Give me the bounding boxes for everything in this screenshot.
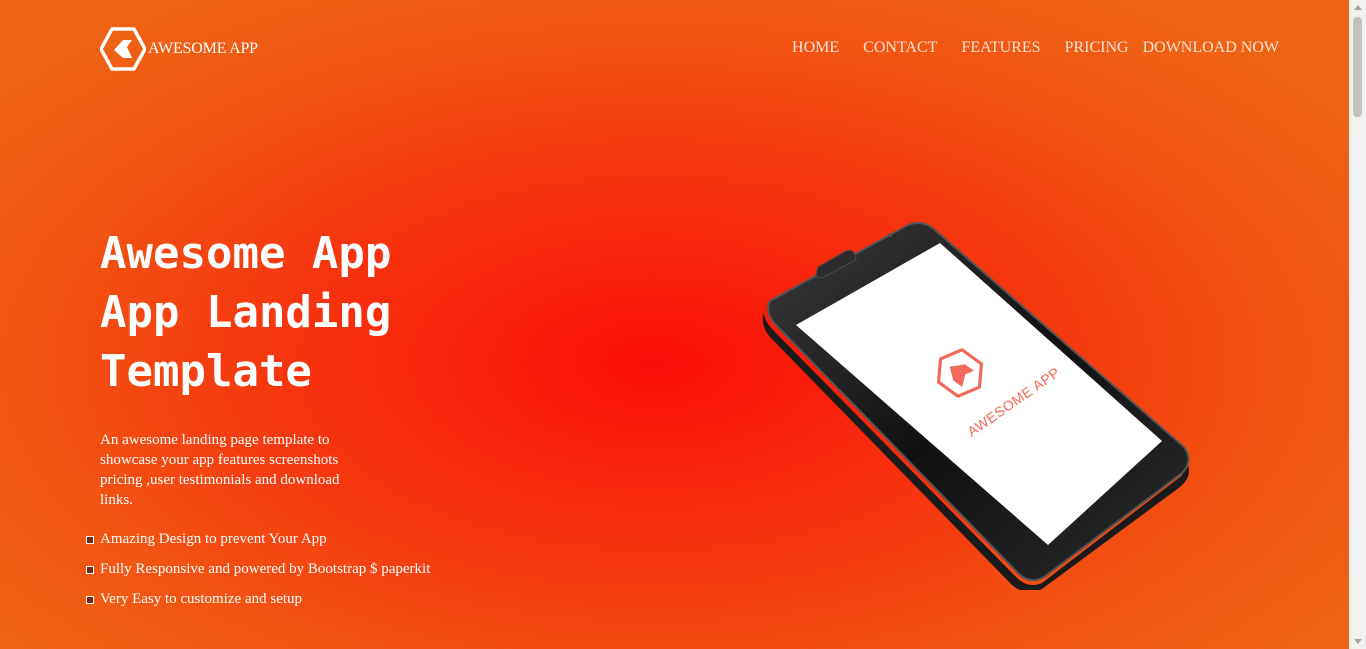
page-scrollbar[interactable] <box>1349 0 1366 649</box>
nav-pricing[interactable]: PRICING <box>1065 39 1129 57</box>
hero-title-line: Template <box>100 346 312 397</box>
bullet-icon <box>86 536 94 544</box>
brand-name: AWESOME APP <box>148 40 258 57</box>
hero-description: An awesome landing page template to show… <box>100 432 340 508</box>
feature-text: Amazing Design to prevent Your App <box>100 531 327 547</box>
hexagon-logo-icon <box>100 27 146 71</box>
feature-item: Amazing Design to prevent Your App <box>86 524 430 554</box>
nav-contact[interactable]: CONTACT <box>863 39 937 57</box>
feature-item: Very Easy to customize and setup <box>86 584 430 614</box>
phone-mockup-icon: AWESOME APP <box>760 215 1200 593</box>
feature-list: Amazing Design to prevent Your App Fully… <box>86 524 430 614</box>
feature-text: Very Easy to customize and setup <box>100 591 303 607</box>
nav-features[interactable]: FEATURES <box>961 39 1040 57</box>
scroll-down-icon[interactable] <box>1354 639 1362 644</box>
feature-text: Fully Responsive and powered by Bootstra… <box>100 561 431 577</box>
scroll-thumb[interactable] <box>1353 17 1362 117</box>
hero-title-line: App Landing <box>100 287 392 338</box>
scroll-up-icon[interactable] <box>1354 5 1362 10</box>
main-nav: HOME CONTACT FEATURES PRICING DOWNLOAD N… <box>768 39 1279 57</box>
brand-logo[interactable]: AWESOME APP <box>100 27 258 71</box>
nav-download-now[interactable]: DOWNLOAD NOW <box>1143 39 1279 57</box>
bullet-icon <box>86 566 94 574</box>
bullet-icon <box>86 596 94 604</box>
feature-item: Fully Responsive and powered by Bootstra… <box>86 554 430 584</box>
nav-home[interactable]: HOME <box>792 39 839 57</box>
hero-title: Awesome App App Landing Template <box>100 224 460 401</box>
page: AWESOME APP HOME CONTACT FEATURES PRICIN… <box>0 0 1349 649</box>
hero-title-line: Awesome App <box>100 228 392 279</box>
